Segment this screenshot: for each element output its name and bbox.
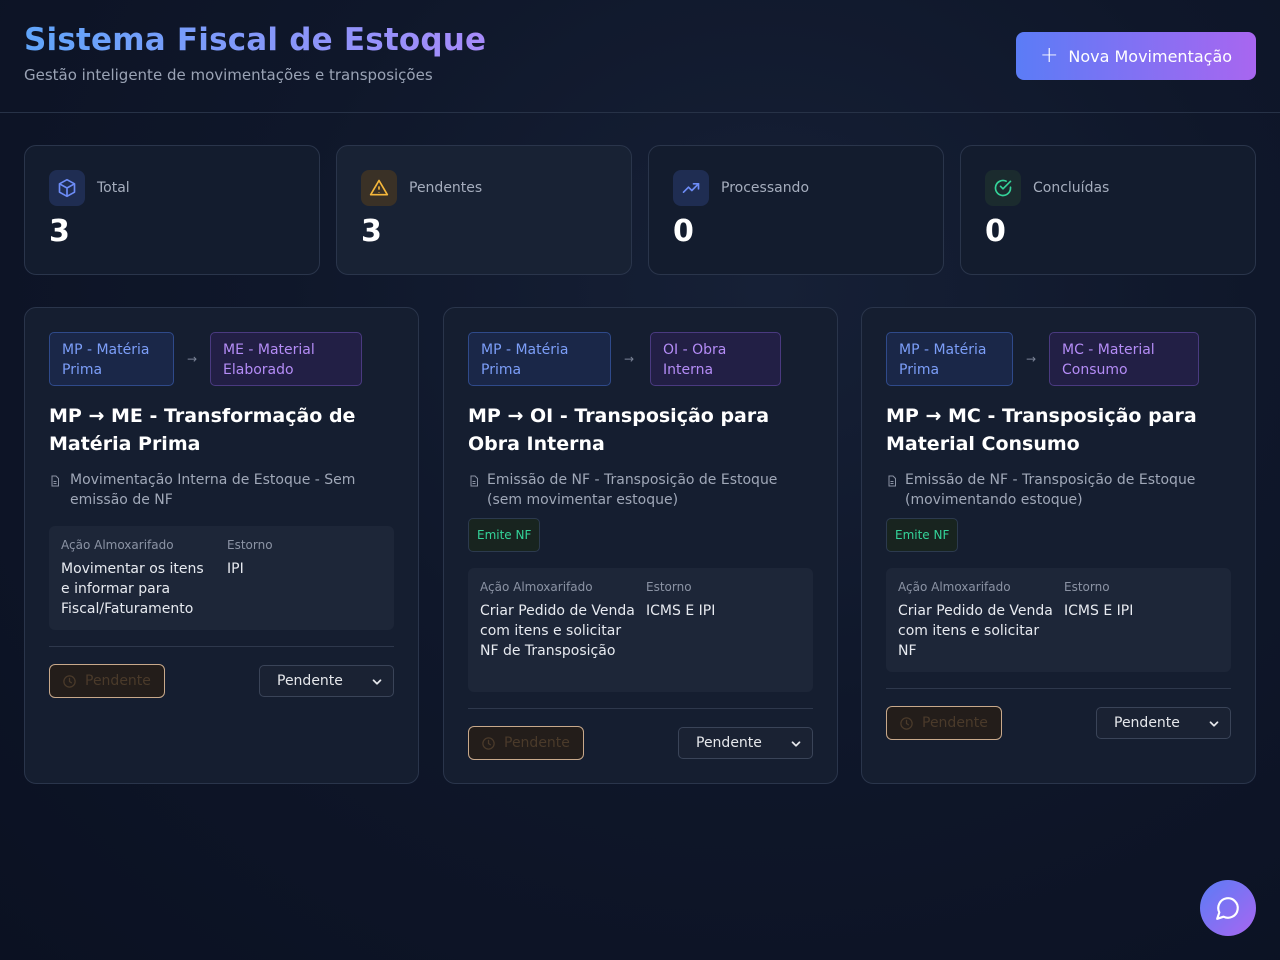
- check-circle-icon: [985, 170, 1021, 206]
- movement-description: Movimentação Interna de Estoque - Sem em…: [49, 470, 394, 512]
- chevron-down-icon: [1209, 721, 1219, 727]
- chat-button[interactable]: [1200, 880, 1256, 936]
- divider: [468, 708, 813, 709]
- stat-label: Pendentes: [409, 180, 483, 196]
- divider: [49, 646, 394, 647]
- warning-icon: [361, 170, 397, 206]
- movement-description: Emissão de NF - Transposição de Estoque …: [468, 470, 813, 512]
- box-icon: [49, 170, 85, 206]
- plus-icon: +: [1039, 43, 1059, 68]
- stat-value: 0: [673, 214, 694, 249]
- from-type-tag: MP - Matéria Prima: [49, 332, 174, 386]
- refund-label: Estorno: [1064, 580, 1110, 594]
- status-select-value: Pendente: [277, 673, 343, 689]
- action-label: Ação Almoxarifado: [61, 538, 174, 552]
- action-label: Ação Almoxarifado: [898, 580, 1011, 594]
- status-badge: Pendente: [886, 706, 1002, 740]
- description-text: Movimentação Interna de Estoque - Sem em…: [70, 472, 356, 508]
- stat-label: Total: [97, 180, 130, 196]
- new-movement-button[interactable]: + Nova Movimentação: [1016, 32, 1256, 80]
- movement-card: MP - Matéria Prima → MC - Material Consu…: [861, 307, 1256, 784]
- status-badge: Pendente: [49, 664, 165, 698]
- document-icon: [51, 475, 59, 487]
- chevron-down-icon: [791, 741, 801, 747]
- status-select[interactable]: Pendente: [1096, 707, 1231, 739]
- movement-title: MP → MC - Transposição para Material Con…: [886, 405, 1197, 455]
- status-select[interactable]: Pendente: [259, 665, 394, 697]
- message-circle-icon: [1216, 897, 1239, 920]
- to-type-tag: ME - Material Elaborado: [210, 332, 362, 386]
- emits-nf-badge: Emite NF: [886, 518, 959, 552]
- stat-card-total: Total 3: [24, 145, 320, 275]
- movement-card: MP - Matéria Prima → ME - Material Elabo…: [24, 307, 419, 784]
- refund-value: ICMS E IPI: [1064, 603, 1134, 619]
- arrow-right-icon: →: [624, 352, 635, 366]
- movement-card: MP - Matéria Prima → OI - Obra Interna M…: [443, 307, 838, 784]
- stat-card-pending: Pendentes 3: [336, 145, 632, 275]
- movement-title: MP → OI - Transposição para Obra Interna: [468, 405, 770, 455]
- details-box: Ação Almoxarifado Criar Pedido de Venda …: [886, 568, 1231, 672]
- new-movement-label: Nova Movimentação: [1068, 46, 1233, 66]
- refund-value: ICMS E IPI: [646, 603, 716, 619]
- action-value: Criar Pedido de Venda com itens e solici…: [898, 603, 1053, 659]
- details-box: Ação Almoxarifado Movimentar os itens e …: [49, 526, 394, 630]
- stat-value: 3: [361, 214, 382, 249]
- description-text: Emissão de NF - Transposição de Estoque …: [905, 472, 1196, 508]
- action-value: Movimentar os itens e informar para Fisc…: [61, 561, 204, 617]
- page-subtitle: Gestão inteligente de movimentações e tr…: [24, 66, 433, 84]
- description-text: Emissão de NF - Transposição de Estoque …: [487, 472, 778, 508]
- to-type-tag: OI - Obra Interna: [650, 332, 781, 386]
- status-text: Pendente: [85, 673, 151, 689]
- emits-nf-badge: Emite NF: [468, 518, 541, 552]
- status-select-value: Pendente: [696, 735, 762, 751]
- clock-icon: [900, 716, 913, 730]
- refund-label: Estorno: [227, 538, 273, 552]
- status-badge: Pendente: [468, 726, 584, 760]
- document-icon: [888, 475, 896, 487]
- arrow-right-icon: →: [1026, 352, 1037, 366]
- action-value: Criar Pedido de Venda com itens e solici…: [480, 603, 635, 659]
- divider: [886, 688, 1231, 689]
- stat-value: 0: [985, 214, 1006, 249]
- status-text: Pendente: [504, 735, 570, 751]
- stat-card-completed: Concluídas 0: [960, 145, 1256, 275]
- stat-card-processing: Processando 0: [648, 145, 944, 275]
- refund-value: IPI: [227, 561, 244, 577]
- movement-description: Emissão de NF - Transposição de Estoque …: [886, 470, 1231, 512]
- arrow-right-icon: →: [187, 352, 198, 366]
- page-title: Sistema Fiscal de Estoque: [24, 22, 487, 58]
- from-type-tag: MP - Matéria Prima: [886, 332, 1013, 386]
- refund-label: Estorno: [646, 580, 692, 594]
- clock-icon: [482, 736, 495, 750]
- trending-up-icon: [673, 170, 709, 206]
- stat-label: Concluídas: [1033, 180, 1110, 196]
- status-text: Pendente: [922, 715, 988, 731]
- details-box: Ação Almoxarifado Criar Pedido de Venda …: [468, 568, 813, 692]
- status-select[interactable]: Pendente: [678, 727, 813, 759]
- from-type-tag: MP - Matéria Prima: [468, 332, 611, 386]
- document-icon: [470, 475, 478, 487]
- page-header: Sistema Fiscal de Estoque Gestão intelig…: [0, 0, 1280, 113]
- movement-title: MP → ME - Transformação de Matéria Prima: [49, 405, 356, 455]
- status-select-value: Pendente: [1114, 715, 1180, 731]
- chevron-down-icon: [372, 679, 382, 685]
- stat-value: 3: [49, 214, 70, 249]
- clock-icon: [63, 674, 76, 688]
- to-type-tag: MC - Material Consumo: [1049, 332, 1199, 386]
- stat-label: Processando: [721, 180, 810, 196]
- action-label: Ação Almoxarifado: [480, 580, 593, 594]
